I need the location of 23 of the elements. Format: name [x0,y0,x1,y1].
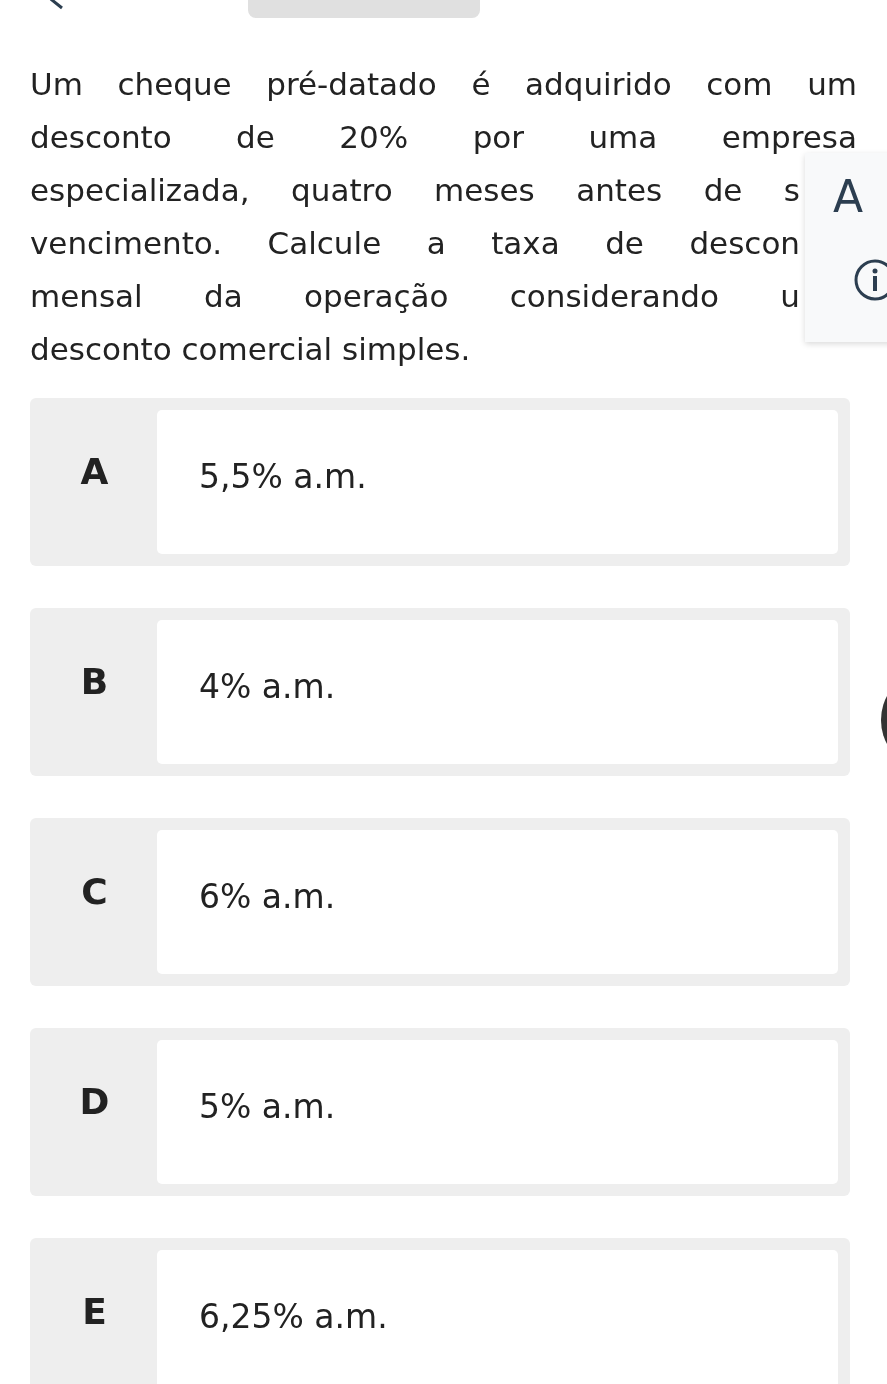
question-text-line: especializada, quatro meses antes de s [30,171,800,210]
answer-option[interactable]: C 6% a.m. [30,818,850,986]
option-letter: D [79,1080,110,1124]
option-letter: B [80,660,109,704]
option-text: 6,25% a.m. [199,1297,388,1336]
question-text-line: desconto comercial simples. [30,330,472,369]
info-icon[interactable] [853,258,887,302]
option-text: 6% a.m. [199,877,336,916]
answer-option[interactable]: B 4% a.m. [30,608,850,776]
question-text-line: mensal da operação considerando u [30,277,800,316]
answer-option[interactable]: E 6,25% a.m. [30,1238,850,1384]
option-letter: C [81,870,108,914]
question-text-line: vencimento. Calcule a taxa de descon [30,224,800,263]
answer-option[interactable]: D 5% a.m. [30,1028,850,1196]
option-letter: E [82,1290,107,1334]
option-text: 5,5% a.m. [199,457,367,496]
question-text-line: desconto de 20% por uma empresa [30,118,857,157]
answer-option[interactable]: A 5,5% a.m. [30,398,850,566]
option-text: 4% a.m. [199,667,336,706]
font-size-label[interactable]: A [833,175,864,219]
option-letter: A [80,450,109,494]
question-text-line: Um cheque pré-datado é adquirido com um [30,65,857,104]
option-text: 5% a.m. [199,1087,336,1126]
